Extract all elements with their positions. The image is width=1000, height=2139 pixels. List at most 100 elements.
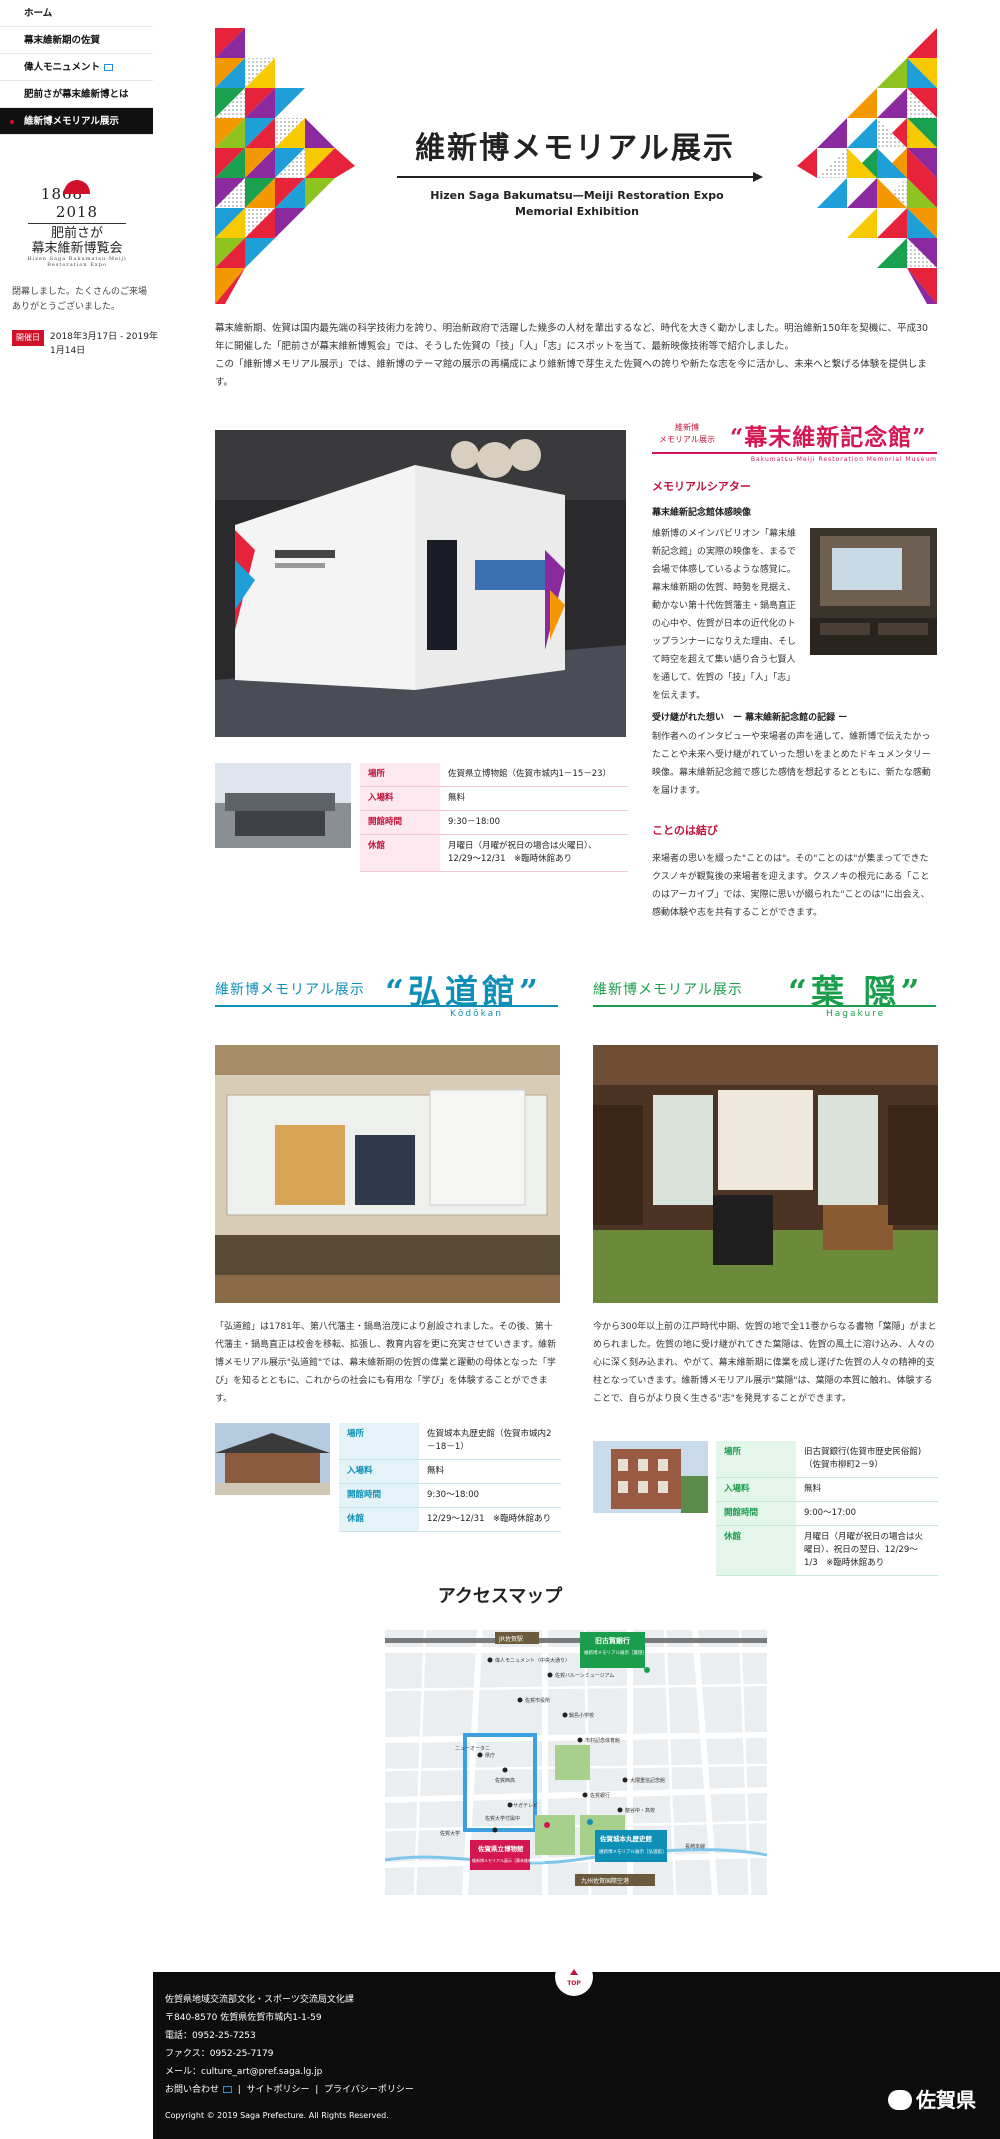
svg-text:維新博メモリアル展示［葉隠］: 維新博メモリアル展示［葉隠］ bbox=[584, 1649, 647, 1656]
info-key: 場所 bbox=[360, 763, 440, 787]
info-key: 開館時間 bbox=[339, 1483, 419, 1508]
info-row: 場所 佐賀県立博物館（佐賀市城内1－15－23） bbox=[360, 763, 628, 787]
title-underline bbox=[397, 176, 757, 178]
info-row: 入場料 無料 bbox=[339, 1459, 561, 1484]
info-value: 9:00～17:00 bbox=[796, 1501, 938, 1526]
kodokan-text: 「弘道館」は1781年、第八代藩主・鍋島治茂により創設されました。その後、第十代… bbox=[215, 1322, 557, 1404]
info-row: 開館時間 9:30－18:00 bbox=[360, 810, 628, 835]
footer-mail: メール：culture_art@pref.saga.lg.jp bbox=[165, 2067, 323, 2077]
svg-text:偉人モニュメント（中央大通り）: 偉人モニュメント（中央大通り） bbox=[495, 1657, 570, 1664]
hagakure-label: 維新博メモリアル展示 bbox=[593, 982, 743, 998]
hero: 維新博メモリアル展示 Hizen Saga Bakumatsu—Meiji Re… bbox=[215, 28, 937, 304]
svg-text:佐賀市役所: 佐賀市役所 bbox=[525, 1697, 550, 1704]
info-value: 月曜日（月曜が祝日の場合は火曜日）、12/29～12/31 ※臨時休館あり bbox=[440, 834, 628, 872]
info-key: 開館時間 bbox=[716, 1501, 796, 1526]
svg-text:鍋島小学校: 鍋島小学校 bbox=[569, 1712, 594, 1719]
info-key: 開館時間 bbox=[360, 810, 440, 835]
intro-p2: この「維新博メモリアル展示」では、維新博のテーマ館の展示の再構成により維新博で芽… bbox=[215, 359, 927, 388]
footer-link-site-policy[interactable]: サイトポリシー bbox=[247, 2085, 310, 2095]
external-link-icon bbox=[104, 64, 114, 71]
svg-text:佐賀銀行: 佐賀銀行 bbox=[590, 1792, 610, 1799]
theater-heading: メモリアルシアター bbox=[652, 480, 751, 493]
info-key: 入場料 bbox=[339, 1459, 419, 1484]
svg-text:旧古賀銀行: 旧古賀銀行 bbox=[595, 1636, 630, 1645]
info-row: 入場料 無料 bbox=[716, 1477, 938, 1502]
period-badge: 開催日 bbox=[12, 330, 44, 346]
access-map-title: アクセスマップ bbox=[437, 1586, 563, 1607]
nav-memorial[interactable]: 維新博メモリアル展示 bbox=[0, 108, 153, 135]
footer-tel: 電話：0952-25-7253 bbox=[165, 2031, 256, 2041]
svg-text:サガテレビ: サガテレビ bbox=[513, 1802, 538, 1809]
footer: TOP 佐賀県地域交流部文化・スポーツ交流局文化課 〒840-8570 佐賀県佐… bbox=[153, 1958, 1000, 2139]
expo-logo[interactable]: 18682018 肥前さが 幕末維新博覧会 Hizen Saga Bakumat… bbox=[22, 180, 132, 268]
info-row: 休館 月曜日（月曜が祝日の場合は火曜日）、12/29～12/31 ※臨時休館あり bbox=[360, 834, 628, 872]
footer-link-privacy[interactable]: プライバシーポリシー bbox=[324, 2085, 414, 2095]
footer-link-contact[interactable]: お問い合わせ bbox=[165, 2085, 219, 2095]
hagakure-text: 今から300年以上前の江戸時代中期、佐賀の地で全11巻からなる書物「葉隠」がまと… bbox=[593, 1322, 937, 1404]
svg-text:維新博メモリアル展示［幕末維新記念館］: 維新博メモリアル展示［幕末維新記念館］ bbox=[472, 1857, 548, 1863]
period-date: 2018年3月17日 - 2019年1月14日 bbox=[50, 332, 158, 356]
nav-bakumatsu-saga[interactable]: 幕末維新期の佐賀 bbox=[0, 27, 153, 54]
info-row: 場所 旧古賀銀行(佐賀市歴史民俗館)（佐賀市柳町2－9） bbox=[716, 1441, 938, 1478]
svg-text:JR佐賀駅: JR佐賀駅 bbox=[498, 1635, 523, 1643]
info-value: 旧古賀銀行(佐賀市歴史民俗館)（佐賀市柳町2－9） bbox=[796, 1441, 938, 1478]
info-value: 無料 bbox=[419, 1459, 561, 1484]
footer-fax: ファクス：0952-25-7179 bbox=[165, 2049, 274, 2059]
info-row: 休館 12/29～12/31 ※臨時休館あり bbox=[339, 1507, 561, 1532]
back-to-top-button[interactable]: TOP bbox=[555, 1958, 593, 1996]
saga-mark-icon bbox=[888, 2090, 912, 2110]
logo-line1: 肥前さが bbox=[50, 226, 103, 241]
info-key: 入場料 bbox=[360, 786, 440, 811]
svg-text:市村記念体育館: 市村記念体育館 bbox=[585, 1737, 620, 1744]
svg-text:佐賀県立博物館: 佐賀県立博物館 bbox=[477, 1844, 524, 1853]
info-value: 月曜日（月曜が祝日の場合は火曜日）、祝日の翌日、12/29～1/3 ※臨時休館あ… bbox=[796, 1525, 938, 1576]
video-text: 維新博のメインパビリオン「幕末維新記念館」の実際の映像を、まるで会場で体感してい… bbox=[652, 529, 797, 701]
theater-photo bbox=[810, 528, 937, 655]
svg-text:県庁: 県庁 bbox=[485, 1752, 495, 1759]
info-key: 場所 bbox=[339, 1423, 419, 1460]
info-value: 無料 bbox=[440, 786, 628, 811]
hero-subtitle-1: Hizen Saga Bakumatsu—Meiji Restoration E… bbox=[430, 189, 724, 202]
svg-text:ニューオータニ: ニューオータニ bbox=[455, 1745, 490, 1752]
kodokan-english: Kōdōkan bbox=[450, 1009, 503, 1019]
info-key: 休館 bbox=[716, 1525, 796, 1576]
svg-text:維新博メモリアル展示［弘道館］: 維新博メモリアル展示［弘道館］ bbox=[599, 1848, 666, 1855]
words-text: 来場者の思いを綴った"ことのは"。その"ことのは"が集まってできたクスノキが観覧… bbox=[652, 854, 930, 918]
info-key: 休館 bbox=[360, 834, 440, 872]
info-row: 開館時間 9:00～17:00 bbox=[716, 1501, 938, 1526]
museum-building-photo bbox=[215, 763, 351, 848]
hero-subtitle-2: Memorial Exhibition bbox=[515, 205, 639, 218]
kodokan-heading: 維新博メモリアル展示 “弘道館” Kōdōkan bbox=[215, 965, 558, 1025]
external-link-icon bbox=[223, 2086, 233, 2093]
info-value: 佐賀県立博物館（佐賀市城内1－15－23） bbox=[440, 763, 628, 787]
footer-copyright: Copyright © 2019 Saga Prefecture. All Ri… bbox=[165, 2111, 389, 2120]
hagakure-building-photo bbox=[593, 1441, 708, 1513]
nav-home[interactable]: ホーム bbox=[0, 0, 153, 27]
record-heading: 受け継がれた想い ー 幕末維新記念館の記録 ー bbox=[652, 713, 848, 723]
video-heading: 幕末維新記念館体感映像 bbox=[652, 508, 752, 518]
kodokan-info: 場所 佐賀城本丸歴史館（佐賀市城内2－18－1） 入場料 無料 開館時間 9:30～1… bbox=[339, 1423, 561, 1532]
svg-text:佐賀城本丸歴史館: 佐賀城本丸歴史館 bbox=[599, 1834, 653, 1843]
memorial-hall-english: Bakumatsu-Meiji Restoration Memorial Mus… bbox=[750, 456, 937, 463]
info-row: 休館 月曜日（月曜が祝日の場合は火曜日）、祝日の翌日、12/29～1/3 ※臨時休… bbox=[716, 1525, 938, 1576]
info-value: 9:30－18:00 bbox=[440, 810, 628, 835]
words-heading: ことのは結び bbox=[652, 824, 718, 837]
info-value: 12/29～12/31 ※臨時休館あり bbox=[419, 1507, 561, 1532]
svg-text:佐賀大学付属中: 佐賀大学付属中 bbox=[485, 1815, 520, 1822]
nav-monument-label: 偉人モニュメント bbox=[24, 62, 101, 73]
saga-prefecture-logo[interactable]: 佐賀県 bbox=[888, 2084, 976, 2113]
svg-text:佐賀大学: 佐賀大学 bbox=[440, 1830, 460, 1837]
access-map[interactable]: JR佐賀駅 旧古賀銀行 維新博メモリアル展示［葉隠］ 佐賀県立博物館 維新博メモ… bbox=[385, 1630, 767, 1895]
page-title: 維新博メモリアル展示 bbox=[415, 131, 735, 166]
nav-about-expo[interactable]: 肥前さが幕末維新博とは bbox=[0, 81, 153, 108]
nav-monument[interactable]: 偉人モニュメント bbox=[0, 54, 153, 81]
footer-links: お問い合わせ | サイトポリシー | プライバシーポリシー bbox=[165, 2085, 414, 2095]
logo-small: Hizen Saga Bakumatsu-Meiji Restoration E… bbox=[27, 256, 127, 268]
kodokan-label: 維新博メモリアル展示 bbox=[215, 982, 365, 998]
hagakure-english: Hagakure bbox=[826, 1009, 886, 1019]
svg-text:大隈重信記念館: 大隈重信記念館 bbox=[630, 1777, 665, 1784]
heading-underline bbox=[215, 1005, 558, 1007]
intro-p1: 幕末維新期、佐賀は国内最先端の科学技術力を誇り、明治新政府で活躍した幾多の人材を… bbox=[215, 323, 929, 352]
hagakure-heading: 維新博メモリアル展示 “葉 隠” Hagakure bbox=[593, 965, 936, 1025]
footer-org: 佐賀県地域交流部文化・スポーツ交流局文化課 bbox=[165, 1995, 354, 2005]
